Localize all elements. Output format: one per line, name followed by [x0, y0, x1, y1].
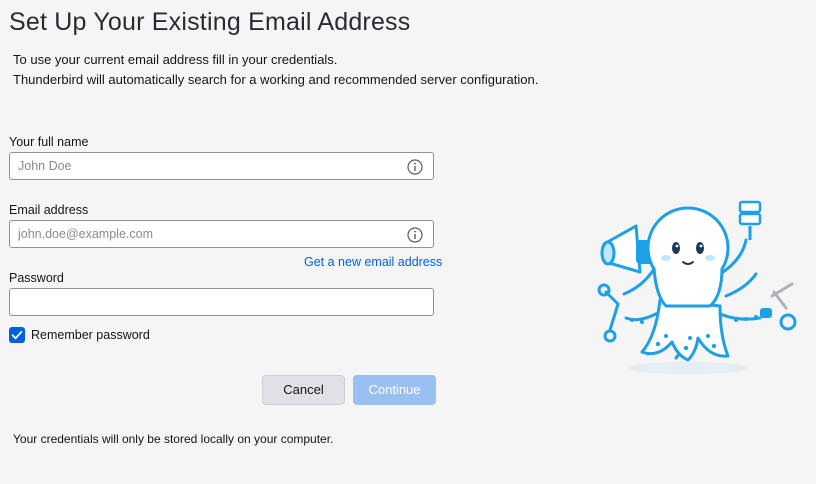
cable-icon: [738, 200, 762, 240]
wrench-icon: [597, 283, 620, 343]
credentials-note: Your credentials will only be stored loc…: [13, 432, 334, 446]
megaphone-icon: [600, 224, 654, 274]
checkmark-icon: [11, 330, 23, 340]
full-name-field-container: [9, 152, 434, 180]
password-field-container: [9, 288, 434, 316]
password-label: Password: [9, 271, 64, 285]
email-field-container: [9, 220, 434, 248]
email-input[interactable]: [10, 221, 433, 247]
full-name-label: Your full name: [9, 135, 89, 149]
intro-text: To use your current email address fill i…: [13, 50, 538, 90]
octopus-mascot-icon: [597, 200, 797, 374]
page-title: Set Up Your Existing Email Address: [9, 8, 411, 36]
intro-line-2: Thunderbird will automatically search fo…: [13, 72, 539, 87]
account-setup-page: Set Up Your Existing Email Address To us…: [0, 0, 816, 484]
remember-password-checkbox[interactable]: [9, 327, 25, 343]
remember-password-label[interactable]: Remember password: [31, 328, 150, 342]
cancel-button[interactable]: Cancel: [262, 375, 345, 405]
continue-button[interactable]: Continue: [353, 375, 436, 405]
get-new-email-link[interactable]: Get a new email address: [304, 255, 442, 269]
intro-line-1: To use your current email address fill i…: [13, 52, 338, 67]
password-input[interactable]: [10, 289, 433, 315]
full-name-input[interactable]: [10, 153, 433, 179]
info-icon[interactable]: [407, 227, 423, 243]
email-label: Email address: [9, 203, 89, 217]
scissors-icon: [760, 282, 797, 331]
info-icon[interactable]: [407, 159, 423, 175]
